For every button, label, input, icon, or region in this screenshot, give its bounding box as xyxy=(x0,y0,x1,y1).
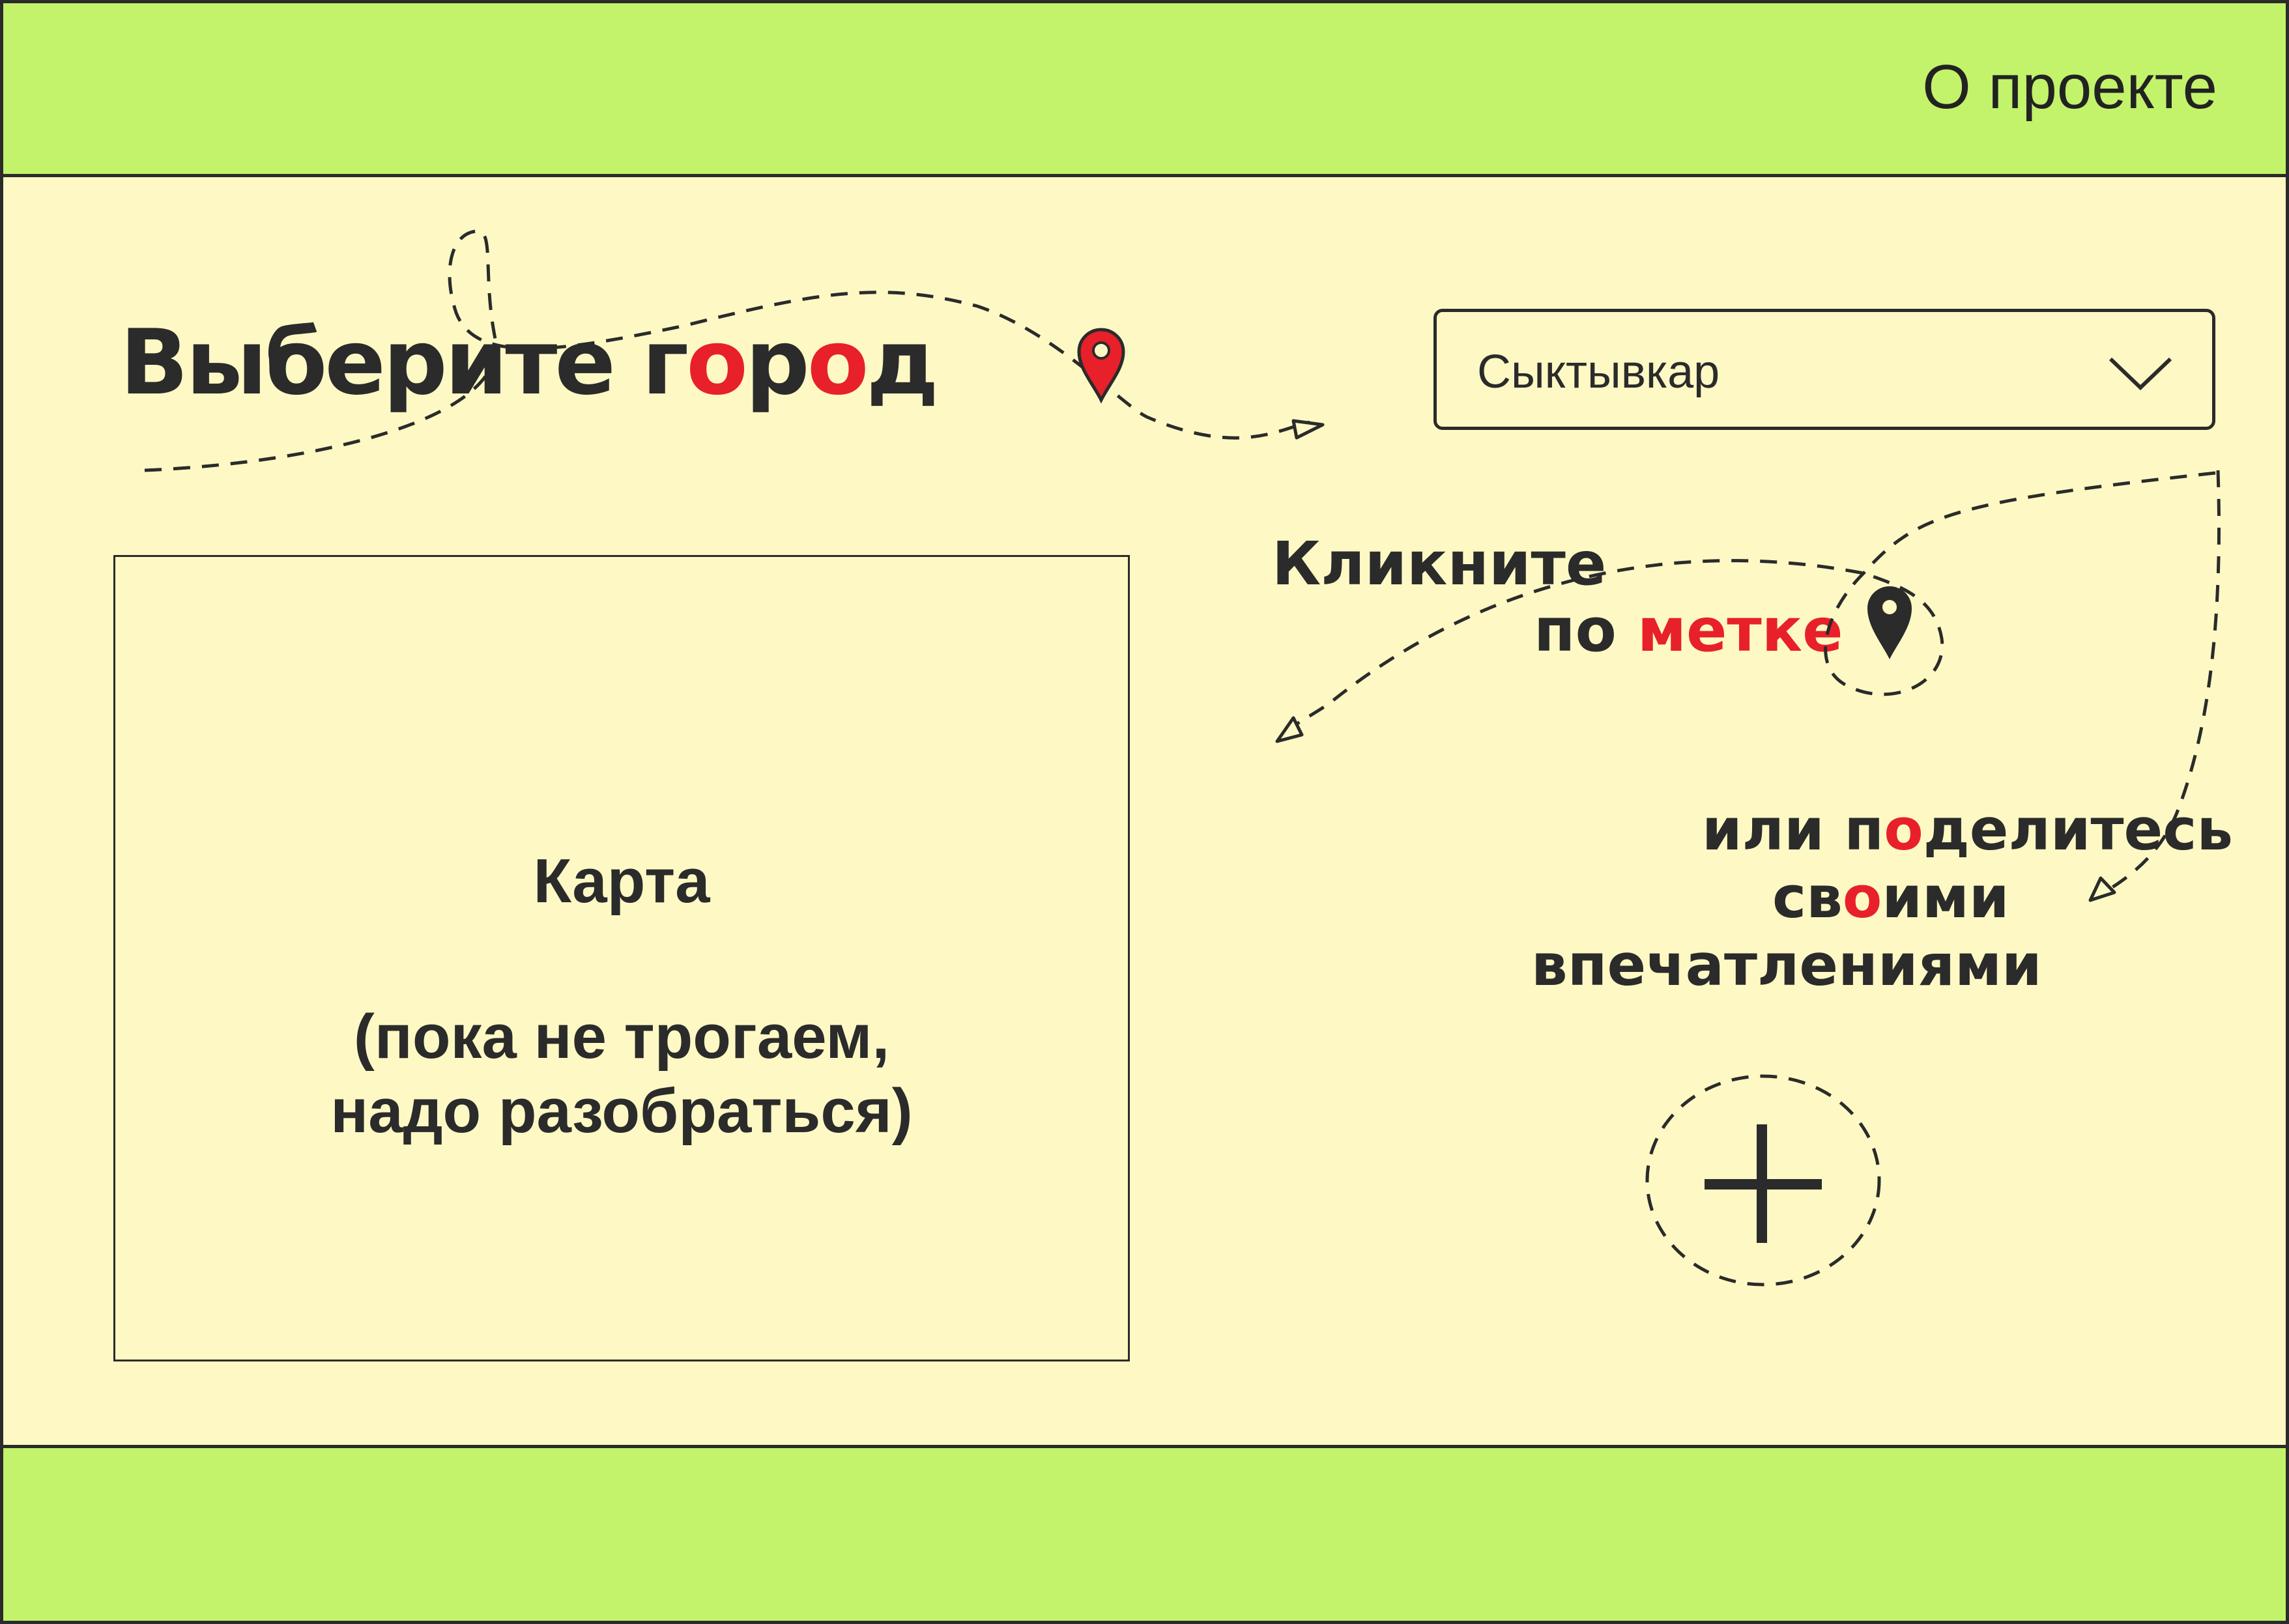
map-pin-icon xyxy=(1867,586,1912,659)
map-note-line1: (пока не трогаем, xyxy=(353,1002,890,1072)
about-link[interactable]: О проекте xyxy=(1922,56,2217,119)
map-placeholder[interactable]: Карта (пока не трогаем, надо разобраться… xyxy=(113,555,1130,1361)
share-hint-line1: или поделитесь xyxy=(1702,796,2234,863)
header-bar: О проекте xyxy=(0,0,2289,177)
plus-icon xyxy=(1705,1124,1822,1243)
city-select-value: Сыктывкар xyxy=(1477,346,1720,398)
map-pin-icon xyxy=(1077,328,1125,404)
add-impression-button[interactable] xyxy=(1642,1075,1883,1290)
click-hint-line1: Кликните xyxy=(1272,529,1607,599)
chevron-down-icon xyxy=(2109,357,2172,391)
map-title: Карта xyxy=(533,846,710,916)
choose-city-heading: Выберите город xyxy=(120,310,939,415)
map-note: (пока не трогаем, надо разобраться) xyxy=(115,1000,1128,1148)
share-hint-line3: впечатлениями xyxy=(1531,932,2042,999)
map-note-line2: надо разобраться) xyxy=(330,1076,913,1146)
share-hint-line2: своими xyxy=(1772,864,2009,931)
footer-bar xyxy=(0,1445,2289,1624)
click-hint-line2: по метке xyxy=(1534,595,1843,665)
city-select[interactable]: Сыктывкар xyxy=(1433,309,2215,430)
